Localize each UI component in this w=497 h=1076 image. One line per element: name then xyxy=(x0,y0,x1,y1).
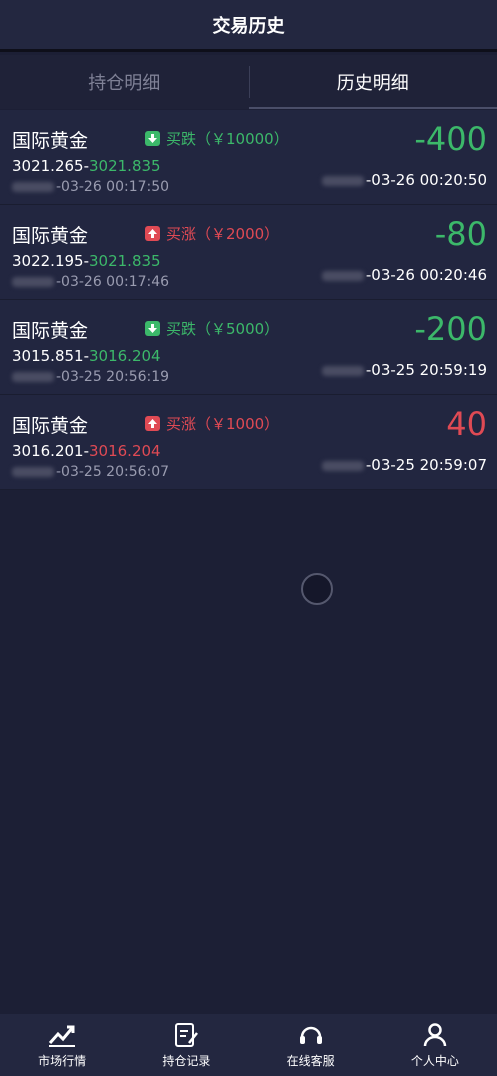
profit-value: -400 xyxy=(414,120,487,158)
blurred-year xyxy=(321,270,364,281)
close-price: 3021.835 xyxy=(89,252,161,270)
history-row[interactable]: 国际黄金 买涨（￥1000） 3016.201-3016.204 -03-25 20:… xyxy=(0,395,497,490)
profit-value: -80 xyxy=(434,215,487,253)
user-icon xyxy=(420,1021,450,1049)
close-time: -03-25 20:59:19 xyxy=(321,361,487,379)
open-time-text: -03-26 00:17:46 xyxy=(56,274,170,290)
close-time: -03-26 00:20:46 xyxy=(321,266,487,284)
close-time: -03-26 00:20:50 xyxy=(321,171,487,189)
arrow-down-icon xyxy=(145,131,160,146)
chart-icon xyxy=(47,1021,77,1049)
close-time-text: -03-25 20:59:19 xyxy=(365,361,487,379)
close-time-text: -03-26 00:20:46 xyxy=(365,266,487,284)
record-icon xyxy=(171,1021,201,1049)
open-price: 3021.265 xyxy=(12,157,84,175)
open-time-text: -03-25 20:56:07 xyxy=(56,464,170,480)
history-row[interactable]: 国际黄金 买跌（￥10000） 3021.265-3021.835 -03-26 00… xyxy=(0,110,497,205)
tab-positions[interactable]: 持仓明细 xyxy=(0,55,249,109)
nav-support-label: 在线客服 xyxy=(286,1054,335,1068)
nav-market-label: 市场行情 xyxy=(38,1054,87,1068)
trade-type: 买跌（￥5000） xyxy=(145,318,279,339)
open-price: 3016.201 xyxy=(12,442,84,460)
nav-support[interactable]: 在线客服 xyxy=(249,1014,373,1076)
nav-profile-label: 个人中心 xyxy=(410,1054,459,1068)
trade-type: 买跌（￥10000） xyxy=(145,128,289,149)
blurred-year xyxy=(12,182,54,192)
blurred-year xyxy=(321,365,364,376)
blurred-year xyxy=(12,372,54,382)
price-range: 3021.265-3021.835 xyxy=(12,157,161,175)
trade-type-label: 买涨（￥2000） xyxy=(166,225,280,243)
profit-value: -200 xyxy=(414,310,487,348)
arrow-up-icon xyxy=(145,416,160,431)
close-time-text: -03-25 20:59:07 xyxy=(365,456,487,474)
blurred-year xyxy=(12,277,54,287)
trade-type: 买涨（￥2000） xyxy=(145,223,279,244)
bottom-nav: 市场行情 持仓记录 在线客服 个人中心 xyxy=(0,1014,497,1076)
close-time: -03-25 20:59:07 xyxy=(321,456,487,474)
nav-market[interactable]: 市场行情 xyxy=(0,1014,124,1076)
open-price: 3015.851 xyxy=(12,347,84,365)
open-time: -03-25 20:56:19 xyxy=(12,369,169,385)
tab-divider xyxy=(249,66,250,98)
loading-spinner xyxy=(301,573,333,605)
nav-records-label: 持仓记录 xyxy=(162,1054,211,1068)
asset-name: 国际黄金 xyxy=(12,320,89,342)
close-time-text: -03-26 00:20:50 xyxy=(365,171,487,189)
open-time-text: -03-25 20:56:19 xyxy=(56,369,170,385)
price-range: 3015.851-3016.204 xyxy=(12,347,161,365)
open-price: 3022.195 xyxy=(12,252,84,270)
tab-history[interactable]: 历史明细 xyxy=(248,55,497,109)
history-list: 国际黄金 买跌（￥10000） 3021.265-3021.835 -03-26 00… xyxy=(0,110,497,490)
price-range: 3022.195-3021.835 xyxy=(12,252,161,270)
trade-type: 买涨（￥1000） xyxy=(145,413,279,434)
asset-name: 国际黄金 xyxy=(12,130,89,152)
blurred-year xyxy=(321,175,364,186)
price-range: 3016.201-3016.204 xyxy=(12,442,161,460)
nav-records[interactable]: 持仓记录 xyxy=(124,1014,248,1076)
headset-icon xyxy=(296,1021,326,1049)
header: 交易历史 xyxy=(0,0,497,52)
open-time: -03-26 00:17:46 xyxy=(12,274,169,290)
trade-type-label: 买涨（￥1000） xyxy=(166,415,280,433)
trade-type-label: 买跌（￥5000） xyxy=(166,320,280,338)
history-row[interactable]: 国际黄金 买跌（￥5000） 3015.851-3016.204 -03-25 20:… xyxy=(0,300,497,395)
open-time: -03-26 00:17:50 xyxy=(12,179,169,195)
arrow-down-icon xyxy=(145,321,160,336)
blurred-year xyxy=(321,460,364,471)
profit-value: 40 xyxy=(446,405,487,443)
blurred-year xyxy=(12,467,54,477)
close-price: 3016.204 xyxy=(89,347,161,365)
open-time-text: -03-26 00:17:50 xyxy=(56,179,170,195)
close-price: 3016.204 xyxy=(89,442,161,460)
history-row[interactable]: 国际黄金 买涨（￥2000） 3022.195-3021.835 -03-26 00:… xyxy=(0,205,497,300)
page-title: 交易历史 xyxy=(212,15,285,37)
close-price: 3021.835 xyxy=(89,157,161,175)
trade-type-label: 买跌（￥10000） xyxy=(166,130,289,148)
asset-name: 国际黄金 xyxy=(12,415,89,437)
arrow-up-icon xyxy=(145,226,160,241)
open-time: -03-25 20:56:07 xyxy=(12,464,169,480)
asset-name: 国际黄金 xyxy=(12,225,89,247)
nav-profile[interactable]: 个人中心 xyxy=(373,1014,497,1076)
